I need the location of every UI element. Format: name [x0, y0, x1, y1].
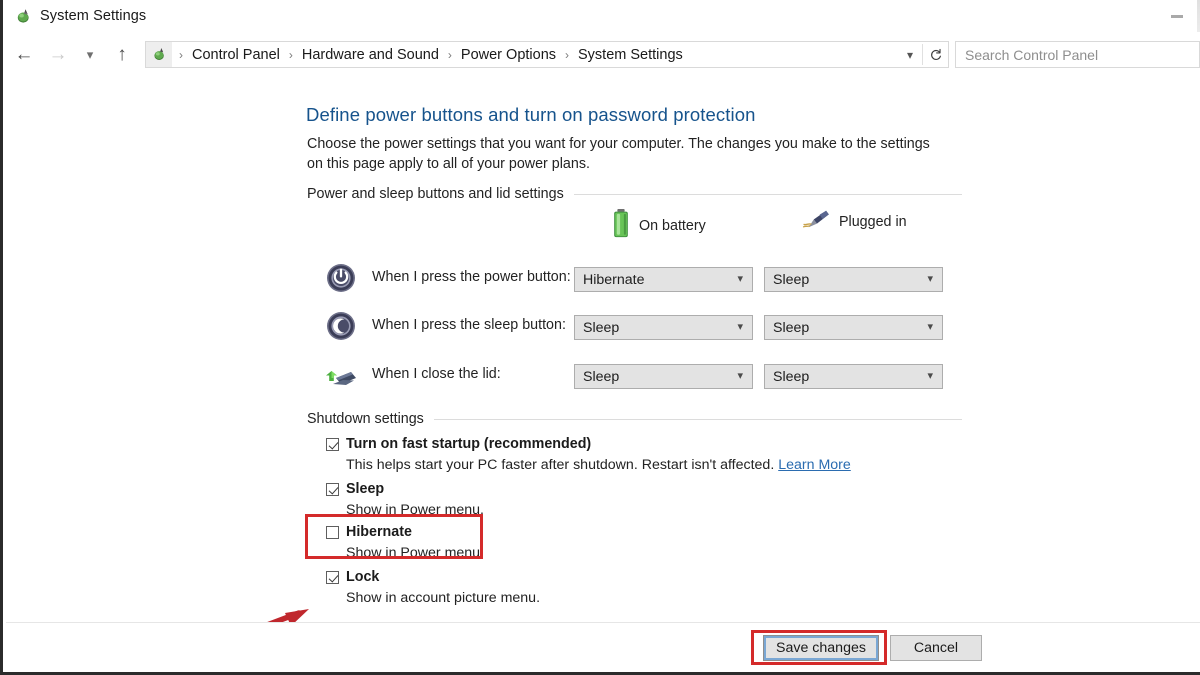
- minimize-button[interactable]: [1154, 0, 1200, 32]
- dropdown-value: Sleep: [773, 368, 810, 385]
- power-plug-icon: [801, 208, 831, 235]
- back-arrow-icon[interactable]: ←: [9, 40, 39, 70]
- setting-label-sleep-button: When I press the sleep button:: [372, 317, 566, 333]
- system-settings-window: System Settings ← → ▾ ↑ › Control Panel …: [0, 0, 1200, 675]
- section-divider: [573, 193, 962, 195]
- dropdown-value: Sleep: [773, 271, 810, 288]
- checkbox-label-sleep: Sleep: [346, 481, 385, 497]
- shutdown-section-label: Shutdown settings: [307, 411, 424, 427]
- checkbox-label-lock: Lock: [346, 569, 380, 585]
- checkbox-label-hibernate: Hibernate: [346, 524, 412, 540]
- sleep-moon-icon: [324, 309, 358, 343]
- setting-label-power-button: When I press the power button:: [372, 269, 571, 285]
- checkbox-label-fast-startup: Turn on fast startup (recommended): [346, 436, 592, 452]
- minimize-icon: [1171, 14, 1183, 18]
- navigation-bar: ← → ▾ ↑ › Control Panel › Hardware and S…: [3, 32, 1200, 77]
- checkbox-row[interactable]: Hibernate: [326, 523, 484, 541]
- battery-icon: [611, 208, 631, 244]
- breadcrumb-separator: ›: [565, 47, 570, 62]
- setting-label-close-lid: When I close the lid:: [372, 366, 501, 382]
- column-header-plugged-in: Plugged in: [801, 208, 907, 235]
- dropdown-value: Hibernate: [583, 271, 645, 288]
- checkbox-description-lock: Show in account picture menu.: [346, 590, 541, 606]
- shutdown-section-header: Shutdown settings: [307, 410, 962, 428]
- setting-row-power-button: When I press the power button: Hibernate…: [324, 261, 964, 297]
- chevron-down-icon: ▾: [927, 321, 933, 333]
- dropdown-power-button-on-battery[interactable]: Hibernate ▾: [574, 267, 753, 292]
- chevron-down-icon: ▾: [927, 273, 933, 285]
- checkbox-item-hibernate: Hibernate Show in Power menu.: [326, 523, 484, 563]
- breadcrumb-separator: ›: [447, 47, 452, 62]
- search-control-panel-box[interactable]: Search Control Panel: [955, 41, 1200, 68]
- learn-more-link[interactable]: Learn More: [778, 457, 851, 473]
- column-header-on-battery-label: On battery: [639, 218, 706, 234]
- search-input[interactable]: Search Control Panel: [965, 47, 1098, 63]
- checkbox-fast-startup[interactable]: [326, 438, 339, 451]
- checkbox-item-lock: Lock Show in account picture menu.: [326, 568, 540, 608]
- checkbox-row[interactable]: Turn on fast startup (recommended): [326, 435, 851, 453]
- page-title: Define power buttons and turn on passwor…: [306, 104, 756, 125]
- breadcrumb-system-settings[interactable]: System Settings: [576, 47, 685, 63]
- description-text: This helps start your PC faster after sh…: [346, 457, 775, 473]
- breadcrumb-separator: ›: [179, 47, 183, 62]
- footer-bar: Save changes Cancel: [6, 623, 1200, 672]
- recent-locations-chevron-down-icon[interactable]: ▾: [75, 40, 105, 70]
- column-header-plugged-in-label: Plugged in: [839, 213, 907, 230]
- title-bar: System Settings: [3, 0, 1200, 64]
- checkbox-item-sleep: Sleep Show in Power menu.: [326, 480, 484, 520]
- checkbox-row[interactable]: Sleep: [326, 480, 484, 498]
- checkbox-lock[interactable]: [326, 571, 339, 584]
- breadcrumb-power-options[interactable]: Power Options: [459, 47, 558, 63]
- breadcrumb-hardware-and-sound[interactable]: Hardware and Sound: [300, 47, 441, 63]
- power-options-icon: [15, 8, 32, 25]
- chevron-down-icon: ▾: [737, 370, 743, 382]
- dropdown-value: Sleep: [773, 319, 810, 336]
- dropdown-sleep-button-on-battery[interactable]: Sleep ▾: [574, 315, 753, 340]
- checkbox-hibernate[interactable]: [326, 526, 339, 539]
- content-area: Define power buttons and turn on passwor…: [6, 77, 1200, 658]
- dropdown-close-lid-plugged-in[interactable]: Sleep ▾: [764, 364, 943, 389]
- dropdown-power-button-plugged-in[interactable]: Sleep ▾: [764, 267, 943, 292]
- breadcrumb-separator: ›: [288, 47, 293, 62]
- up-arrow-icon[interactable]: ↑: [107, 40, 137, 70]
- dropdown-value: Sleep: [583, 319, 620, 336]
- cancel-button[interactable]: Cancel: [890, 635, 982, 661]
- laptop-lid-icon: [324, 358, 358, 392]
- window-title: System Settings: [40, 8, 147, 24]
- dropdown-sleep-button-plugged-in[interactable]: Sleep ▾: [764, 315, 943, 340]
- checkbox-description-hibernate: Show in Power menu.: [346, 545, 485, 561]
- address-bar-controls: ▾: [898, 42, 948, 67]
- address-bar-power-options-icon: [146, 42, 172, 67]
- checkbox-sleep[interactable]: [326, 483, 339, 496]
- address-dropdown-chevron-down-icon[interactable]: ▾: [898, 42, 922, 67]
- address-bar[interactable]: › Control Panel › Hardware and Sound › P…: [145, 41, 949, 68]
- power-section-label: Power and sleep buttons and lid settings: [307, 186, 564, 202]
- breadcrumb-control-panel[interactable]: Control Panel: [190, 47, 282, 63]
- setting-row-sleep-button: When I press the sleep button: Sleep ▾ S…: [324, 309, 964, 345]
- checkbox-item-fast-startup: Turn on fast startup (recommended) This …: [326, 435, 851, 475]
- chevron-down-icon: ▾: [927, 370, 933, 382]
- checkbox-row[interactable]: Lock: [326, 568, 540, 586]
- chevron-down-icon: ▾: [737, 321, 743, 333]
- power-button-icon: [324, 261, 358, 295]
- refresh-icon[interactable]: [923, 42, 948, 67]
- page-description: Choose the power settings that you want …: [307, 136, 930, 172]
- power-source-column-headers: On battery Plugged in: [571, 208, 971, 248]
- checkbox-description-fast-startup: This helps start your PC faster after sh…: [346, 456, 851, 475]
- forward-arrow-icon[interactable]: →: [43, 40, 73, 70]
- window-controls: [1154, 0, 1200, 32]
- save-changes-button[interactable]: Save changes: [763, 635, 879, 661]
- title-bar-left: System Settings: [3, 8, 146, 25]
- column-header-on-battery: On battery: [611, 208, 706, 244]
- setting-row-close-lid: When I close the lid: Sleep ▾ Sleep ▾: [324, 358, 964, 394]
- dropdown-close-lid-on-battery[interactable]: Sleep ▾: [574, 364, 753, 389]
- section-divider: [433, 418, 962, 420]
- power-section-header: Power and sleep buttons and lid settings: [307, 185, 962, 203]
- dropdown-value: Sleep: [583, 368, 620, 385]
- checkbox-description-sleep: Show in Power menu.: [346, 502, 485, 518]
- chevron-down-icon: ▾: [737, 273, 743, 285]
